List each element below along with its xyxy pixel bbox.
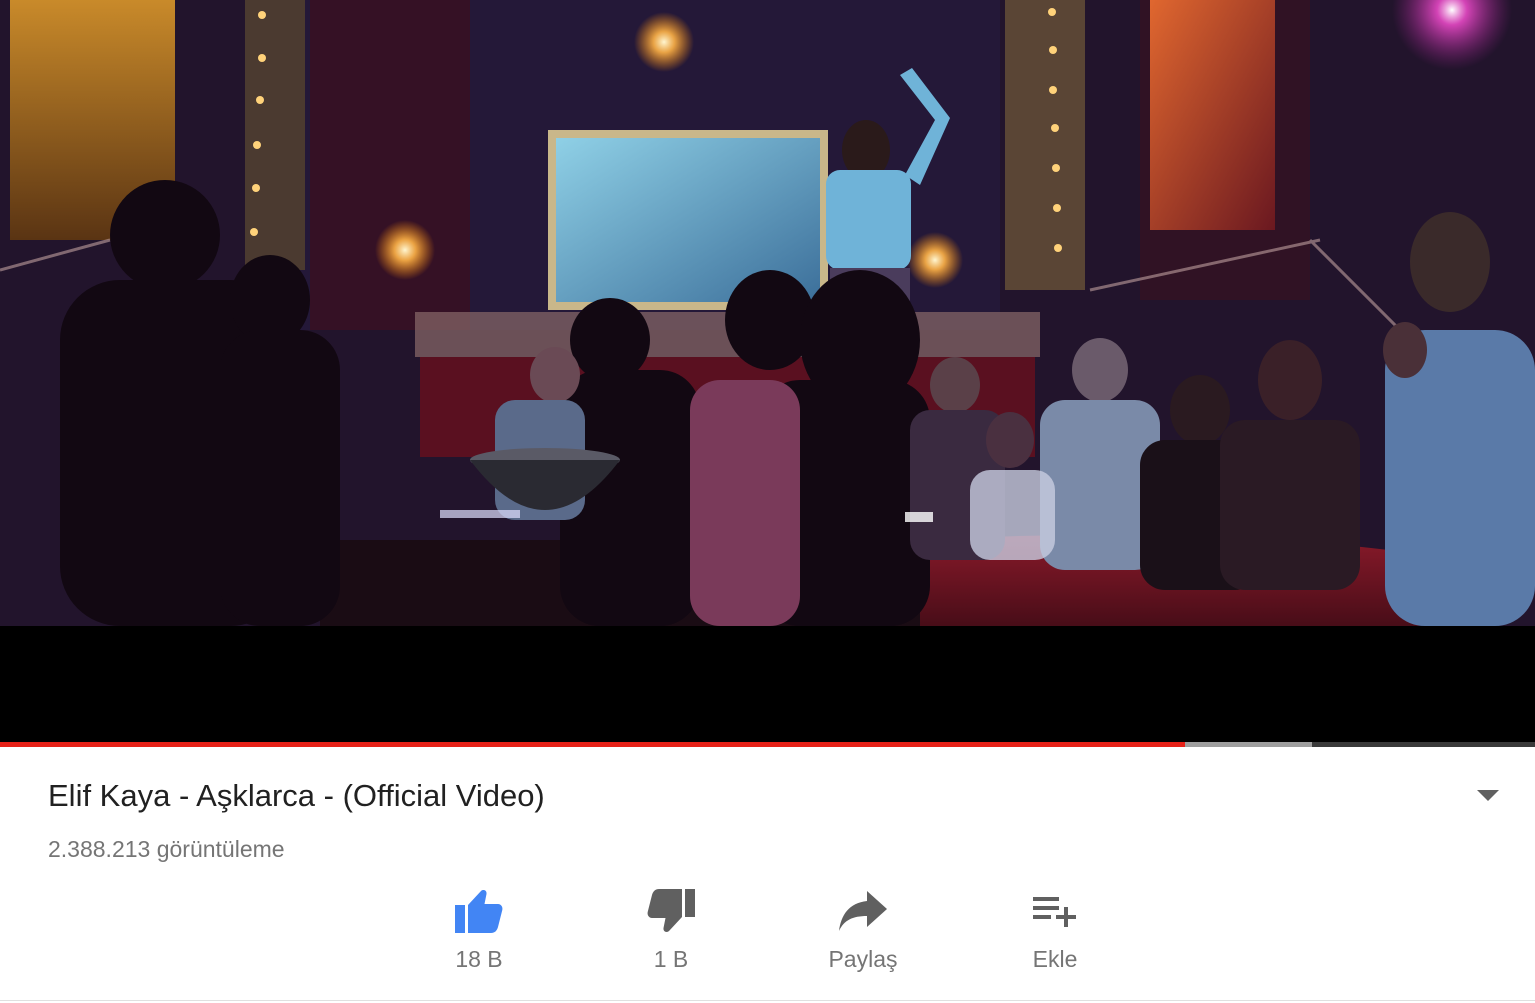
dislike-count: 1 B <box>653 946 689 972</box>
thumbs-down-icon <box>641 884 701 938</box>
add-label: Ekle <box>1032 946 1078 972</box>
share-icon <box>833 884 893 938</box>
thumbs-up-icon <box>449 884 509 938</box>
progress-played <box>0 742 1186 747</box>
playlist-add-icon <box>1025 884 1085 938</box>
video-frame-illustration <box>0 0 1535 626</box>
video-player[interactable] <box>0 0 1535 744</box>
view-count: 2.388.213 görüntüleme <box>48 836 285 862</box>
video-title: Elif Kaya - Aşklarca - (Official Video) <box>48 778 545 813</box>
video-frame[interactable] <box>0 0 1535 626</box>
share-label: Paylaş <box>828 946 898 972</box>
like-count: 18 B <box>455 946 503 972</box>
dislike-button[interactable]: 1 B <box>606 884 736 984</box>
chevron-down-icon <box>1477 790 1499 801</box>
expand-description-button[interactable] <box>1468 778 1508 814</box>
like-button[interactable]: 18 B <box>414 884 544 984</box>
progress-bar[interactable] <box>0 742 1535 747</box>
divider <box>0 1000 1535 1001</box>
add-to-playlist-button[interactable]: Ekle <box>990 884 1120 984</box>
share-button[interactable]: Paylaş <box>798 884 928 984</box>
